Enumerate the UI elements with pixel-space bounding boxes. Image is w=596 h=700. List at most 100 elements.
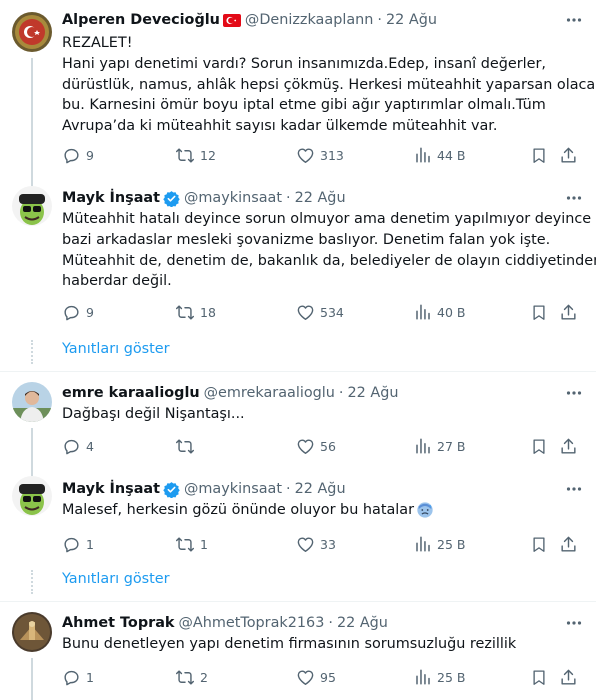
turkish-flag-icon [222, 13, 241, 27]
verified-badge-icon [163, 190, 180, 207]
reply-button[interactable]: 1 [62, 534, 94, 554]
views-button[interactable]: 44 B [414, 145, 465, 165]
bookmark-icon [533, 536, 545, 552]
reply-count: 9 [86, 147, 94, 163]
like-button[interactable]: 313 [296, 145, 344, 165]
timestamp[interactable]: 22 Ağu [295, 190, 346, 206]
timestamp[interactable]: 22 Ağu [347, 385, 398, 401]
separator-dot: · [328, 615, 333, 631]
repost-button[interactable]: 2 [175, 667, 208, 687]
tweet[interactable]: Alperen Devecioğlu @Denizzkaaplann · 22 … [0, 0, 596, 186]
like-button[interactable]: 33 [296, 534, 336, 554]
tweet[interactable]: Ahmet Toprak @AhmetToprak2163 · 22 Ağu B… [0, 602, 596, 700]
reply-button[interactable]: 9 [62, 302, 94, 322]
reply-count: 1 [86, 536, 94, 552]
separator-dot: · [338, 385, 344, 401]
views-button[interactable]: 25 B [414, 534, 465, 554]
bookmark-button[interactable] [530, 667, 548, 687]
user-handle[interactable]: @AhmetToprak2163 [179, 615, 325, 631]
views-button[interactable]: 25 B [414, 667, 465, 687]
more-options-icon[interactable] [564, 613, 584, 633]
timestamp[interactable]: 22 Ağu [337, 615, 388, 631]
show-replies-link[interactable]: Yanıtları göster [62, 571, 170, 587]
display-name[interactable]: emre karaalioglu [62, 385, 200, 401]
more-options-icon[interactable] [564, 188, 584, 208]
show-replies-link[interactable]: Yanıtları göster [62, 341, 170, 357]
share-button[interactable] [559, 534, 578, 554]
views-chart-icon [416, 536, 430, 552]
tweet-header: Alperen Devecioğlu @Denizzkaaplann · 22 … [62, 10, 584, 30]
timestamp[interactable]: 22 Ağu [386, 12, 437, 28]
repost-button[interactable]: 12 [175, 145, 216, 165]
display-name[interactable]: Mayk İnşaat [62, 481, 160, 497]
avatar[interactable] [12, 382, 52, 422]
view-count: 40 B [437, 304, 466, 320]
tweet-header: Ahmet Toprak @AhmetToprak2163 · 22 Ağu [62, 613, 584, 633]
share-button[interactable] [559, 667, 578, 687]
avatar[interactable] [12, 612, 52, 652]
reply-icon [64, 670, 79, 685]
like-count: 313 [320, 147, 344, 163]
display-name[interactable]: Alperen Devecioğlu [62, 12, 220, 28]
views-button[interactable]: 40 B [414, 302, 465, 322]
user-handle[interactable]: @Denizzkaaplann [245, 12, 373, 28]
share-icon [561, 438, 576, 454]
reply-button[interactable]: 4 [62, 436, 94, 456]
reply-button[interactable]: 9 [62, 145, 94, 165]
repost-count: 12 [200, 147, 216, 163]
tweet-header: Mayk İnşaat @maykinsaat · 22 Ağu [62, 188, 584, 208]
view-count: 44 B [437, 147, 466, 163]
bookmark-button[interactable] [530, 436, 548, 456]
tweet-text-line: bazi arkadaslar mesleki şovanizme baslıy… [62, 231, 551, 248]
avatar[interactable] [12, 186, 52, 226]
view-count: 27 B [437, 438, 466, 454]
tweet-text-line: dürüstlük, namus, ahlâk hepsi çökmüş. He… [62, 76, 596, 93]
reply-button[interactable]: 1 [62, 667, 94, 687]
display-name[interactable]: Ahmet Toprak [62, 615, 175, 631]
like-button[interactable]: 56 [296, 436, 336, 456]
display-name[interactable]: Mayk İnşaat [62, 190, 160, 206]
separator-dot: · [286, 481, 291, 497]
more-options-icon[interactable] [564, 10, 584, 30]
repost-count: 1 [200, 536, 208, 552]
avatar[interactable] [12, 476, 52, 516]
bookmark-button[interactable] [530, 302, 548, 322]
avatar[interactable] [12, 12, 52, 52]
tweet[interactable]: Mayk İnşaat @maykinsaat · 22 Ağu Müteahh… [0, 186, 596, 336]
share-button[interactable] [559, 436, 578, 456]
timestamp[interactable]: 22 Ağu [295, 481, 346, 497]
tweet-text-line: Müteahhit de, denetim de, bakanlık da, b… [62, 252, 596, 269]
tweet[interactable]: Mayk İnşaat @maykinsaat · 22 Ağu Malesef… [0, 476, 596, 568]
tweet-actions: 9 12 313 44 B [62, 145, 584, 165]
more-options-icon[interactable] [564, 479, 584, 499]
tweet-actions: 1 1 33 25 B [62, 534, 584, 554]
tweet-text: Malesef, herkesin gözü önünde oluyor bu … [62, 500, 582, 521]
like-button[interactable]: 534 [296, 302, 344, 322]
heart-icon [297, 438, 314, 454]
repost-icon [175, 536, 195, 552]
share-icon [561, 669, 576, 685]
like-button[interactable]: 95 [296, 667, 336, 687]
separator-dot: · [286, 190, 291, 206]
heart-icon [297, 669, 314, 685]
tweet[interactable]: emre karaalioglu @emrekaraalioglu · 22 A… [0, 372, 596, 478]
more-options-icon[interactable] [564, 383, 584, 403]
share-button[interactable] [559, 302, 578, 322]
bookmark-button[interactable] [530, 534, 548, 554]
tweet-text-line: bu. Karnesini ömür boyu iptal etme gibi … [62, 97, 546, 114]
share-button[interactable] [559, 145, 578, 165]
repost-button[interactable] [175, 436, 200, 456]
views-button[interactable]: 27 B [414, 436, 465, 456]
tweet-header: Mayk İnşaat @maykinsaat · 22 Ağu [62, 479, 584, 499]
bookmark-button[interactable] [530, 145, 548, 165]
view-count: 25 B [437, 669, 466, 685]
repost-button[interactable]: 1 [175, 534, 208, 554]
repost-count: 2 [200, 669, 208, 685]
repost-button[interactable]: 18 [175, 302, 216, 322]
user-handle[interactable]: @maykinsaat [184, 481, 282, 497]
user-handle[interactable]: @maykinsaat [184, 190, 282, 206]
user-handle[interactable]: @emrekaraalioglu [204, 385, 335, 401]
reply-icon [64, 537, 79, 552]
thread-connector-dotted [31, 570, 33, 594]
tweet-text-line: Müteahhit hatalı deyince sorun olmuyor a… [62, 211, 592, 227]
